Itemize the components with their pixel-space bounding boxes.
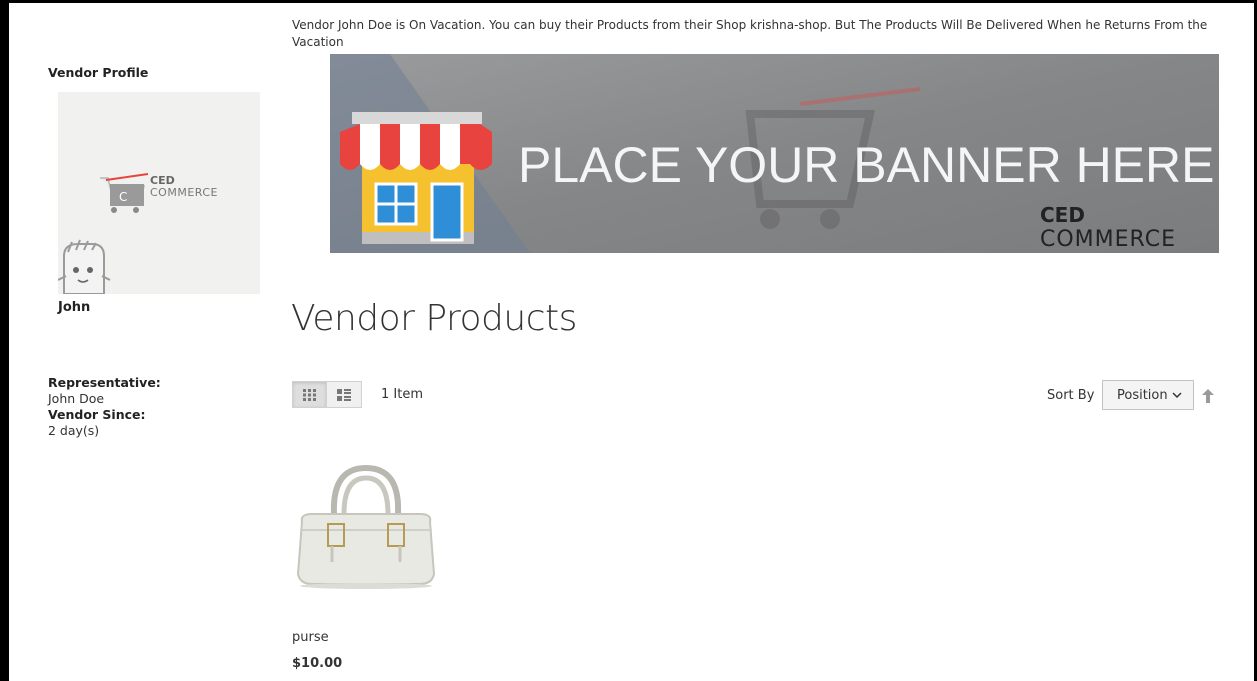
sort-direction-button[interactable] <box>1202 388 1214 407</box>
svg-text:COMMERCE: COMMERCE <box>150 186 218 199</box>
product-image[interactable] <box>292 462 440 590</box>
mascot-icon <box>58 239 111 294</box>
grid-icon <box>302 388 316 401</box>
vendor-since-value: 2 day(s) <box>48 423 100 438</box>
shop-icon <box>340 112 492 244</box>
item-count: 1 Item <box>381 387 423 402</box>
vendor-name: John <box>58 300 91 315</box>
vendor-profile-title: Vendor Profile <box>48 65 149 80</box>
sort-by-select[interactable]: Position <box>1102 380 1194 410</box>
list-icon <box>337 388 351 401</box>
vendor-profile-image: C CED COMMERCE <box>58 92 260 294</box>
banner-brand-bottom: COMMERCE <box>1040 227 1176 252</box>
svg-text:C: C <box>119 190 127 204</box>
banner-brand-top: CED <box>1040 203 1085 227</box>
sort-selected-value: Position <box>1117 387 1168 403</box>
banner-headline: PLACE YOUR BANNER HERE <box>518 137 1214 193</box>
purse-image <box>296 464 436 589</box>
vacation-notice: Vendor John Doe is On Vacation. You can … <box>292 18 1208 49</box>
representative-value: John Doe <box>48 391 105 406</box>
representative-label: Representative: <box>48 375 161 390</box>
sort-by-label: Sort By <box>1047 388 1095 403</box>
product-price: $10.00 <box>292 656 343 671</box>
banner-image: PLACE YOUR BANNER HERE CED COMMERCE <box>330 54 1219 253</box>
vendor-sidebar: Vendor Profile C CED COMMERCE John Repre… <box>9 0 279 681</box>
ced-commerce-logo: C CED COMMERCE <box>58 173 218 294</box>
view-mode-switcher <box>292 381 362 408</box>
vendor-banner: PLACE YOUR BANNER HERE CED COMMERCE <box>330 54 1219 253</box>
chevron-down-icon <box>1172 392 1182 399</box>
arrow-up-icon <box>1202 389 1214 403</box>
list-view-button[interactable] <box>327 381 362 408</box>
frame-left <box>0 0 9 681</box>
vendor-meta: Representative: John Doe Vendor Since: 2… <box>48 375 161 439</box>
product-name-link[interactable]: purse <box>292 630 329 645</box>
vendor-since-label: Vendor Since: <box>48 407 146 422</box>
page-title: Vendor Products <box>291 298 577 339</box>
grid-view-button[interactable] <box>292 381 327 408</box>
